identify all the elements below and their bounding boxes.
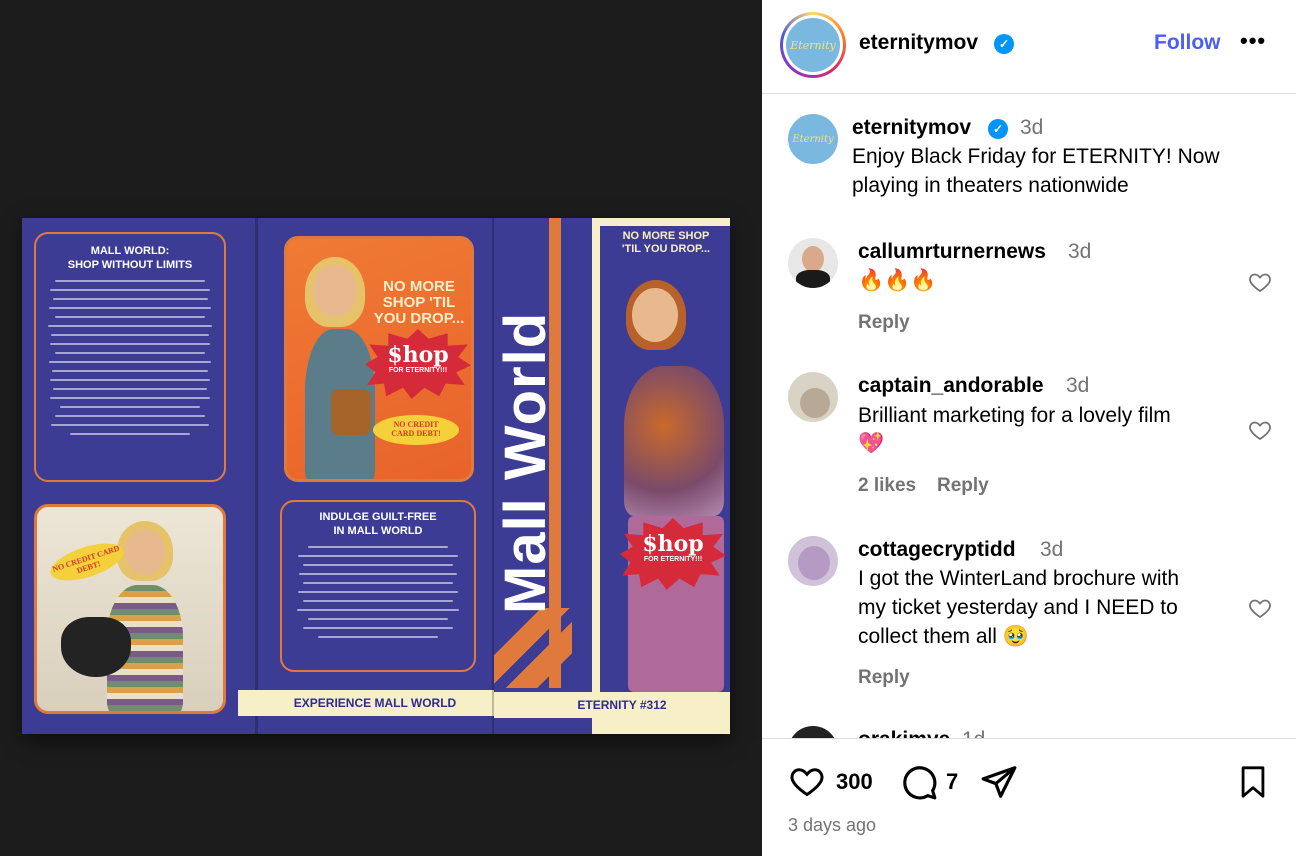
comment-text-line-2: my ticket yesterday and I NEED to [858, 596, 1178, 619]
brochure-experience-band: EXPERIENCE MALL WORLD [238, 690, 512, 716]
post-header: Eternity eternitymov ✓ Follow ••• [762, 0, 1296, 94]
comment-time: 3d [1066, 374, 1090, 397]
caption-text-line-2: playing in theaters nationwide [852, 174, 1129, 197]
brochure-text-box-mid: INDULGE GUILT-FREE IN MALL WORLD [280, 500, 476, 672]
comment-username[interactable]: cottagecryptidd [858, 538, 1016, 562]
comment-text-line-2: 💖 [858, 432, 885, 455]
follow-button[interactable]: Follow [1154, 31, 1221, 55]
comment-username[interactable]: callumrturnernews [858, 240, 1046, 264]
brochure-cover: NO MORE SHOP 'TIL YOU DROP... $hop FOR E… [592, 218, 730, 734]
comment-time: 3d [1068, 240, 1092, 263]
brochure-text-box-left: MALL WORLD: SHOP WITHOUT LIMITS [34, 232, 226, 482]
brochure-left-title-1: MALL WORLD: [90, 245, 170, 257]
caption-username[interactable]: eternitymov [852, 116, 971, 140]
brochure-shop-badge-1: $hop FOR ETERNITY!!! [365, 329, 471, 399]
mall-world-brochure-image: MALL WORLD: SHOP WITHOUT LIMITS NO CREDI… [22, 218, 730, 734]
brochure-mid-headline-1: NO MORE [383, 278, 455, 295]
comment-time: 3d [1040, 538, 1064, 561]
comment-avatar[interactable] [788, 238, 838, 288]
like-heart-icon[interactable] [788, 763, 826, 799]
verified-badge-icon: ✓ [988, 119, 1008, 139]
brochure-mid-headline-3: YOU DROP... [373, 310, 465, 327]
caption-avatar[interactable]: Eternity [788, 114, 838, 164]
comment-text-line-3: collect them all 🥹 [858, 625, 1029, 648]
brochure-photo-woman-denim: NO MORE SHOP 'TIL YOU DROP... $hop FOR E… [284, 236, 474, 482]
brochure-cover-headline-1: NO MORE SHOP [622, 230, 710, 242]
comment-reply-button[interactable]: Reply [858, 667, 910, 689]
brochure-no-credit-oval-2: NO CREDIT CARD DEBT! [373, 415, 459, 445]
brochure-mid-title-1: INDULGE GUILT-FREE [319, 511, 437, 523]
post-action-bar: 300 7 3 days ago [762, 738, 1296, 856]
caption-text-line-1: Enjoy Black Friday for ETERNITY! Now [852, 145, 1220, 168]
comments-count[interactable]: 7 [946, 769, 958, 795]
brochure-photo-woman-striped: NO CREDIT CARD DEBT! [34, 504, 226, 714]
comment-bubble-icon[interactable] [900, 763, 938, 801]
post-date: 3 days ago [788, 815, 877, 835]
comment-like-heart-icon[interactable] [1248, 418, 1272, 442]
brochure-mid-body-lines [290, 546, 466, 638]
comment-text-line-1: I got the WinterLand brochure with [858, 567, 1180, 590]
verified-badge-icon: ✓ [994, 34, 1014, 54]
brochure-mid-headline-2: SHOP 'TIL [382, 294, 456, 311]
likes-count[interactable]: 300 [836, 769, 873, 795]
comment-username[interactable]: captain_andorable [858, 374, 1044, 398]
brochure-spine: Mall World [493, 218, 572, 734]
comment-text: 🔥🔥🔥 [858, 269, 937, 292]
header-username[interactable]: eternitymov [859, 31, 978, 55]
save-bookmark-icon[interactable] [1236, 763, 1270, 801]
brochure-left-title-2: SHOP WITHOUT LIMITS [67, 259, 193, 271]
comment-reply-button[interactable]: Reply [858, 312, 910, 334]
comment-like-heart-icon[interactable] [1248, 270, 1272, 294]
comment-likes-count[interactable]: 2 likes [858, 475, 916, 497]
comment-like-heart-icon[interactable] [1248, 596, 1272, 620]
share-paper-plane-icon[interactable] [980, 763, 1018, 801]
brochure-mid-title-2: IN MALL WORLD [333, 525, 423, 537]
comment-text-line-1: Brilliant marketing for a lovely film [858, 404, 1171, 427]
caption-time: 3d [1020, 116, 1044, 139]
brochure-vertical-title: Mall World [493, 311, 558, 614]
profile-avatar[interactable]: Eternity [780, 12, 846, 78]
brochure-eternity-band: ETERNITY #312 [494, 692, 730, 718]
brochure-body-text-lines [44, 280, 216, 435]
comment-avatar[interactable] [788, 536, 838, 586]
comment-avatar[interactable] [788, 372, 838, 422]
post-side-panel: Eternity eternitymov ✓ Follow ••• Eterni… [762, 0, 1296, 856]
brochure-no-credit-oval-1: NO CREDIT CARD DEBT! [46, 535, 128, 589]
brochure-cover-headline-2: 'TIL YOU DROP... [621, 243, 711, 255]
more-options-icon[interactable]: ••• [1240, 28, 1266, 54]
post-media[interactable]: MALL WORLD: SHOP WITHOUT LIMITS NO CREDI… [0, 0, 762, 856]
comment-reply-button[interactable]: Reply [937, 475, 989, 497]
avatar-logo-text: Eternity [786, 18, 840, 72]
